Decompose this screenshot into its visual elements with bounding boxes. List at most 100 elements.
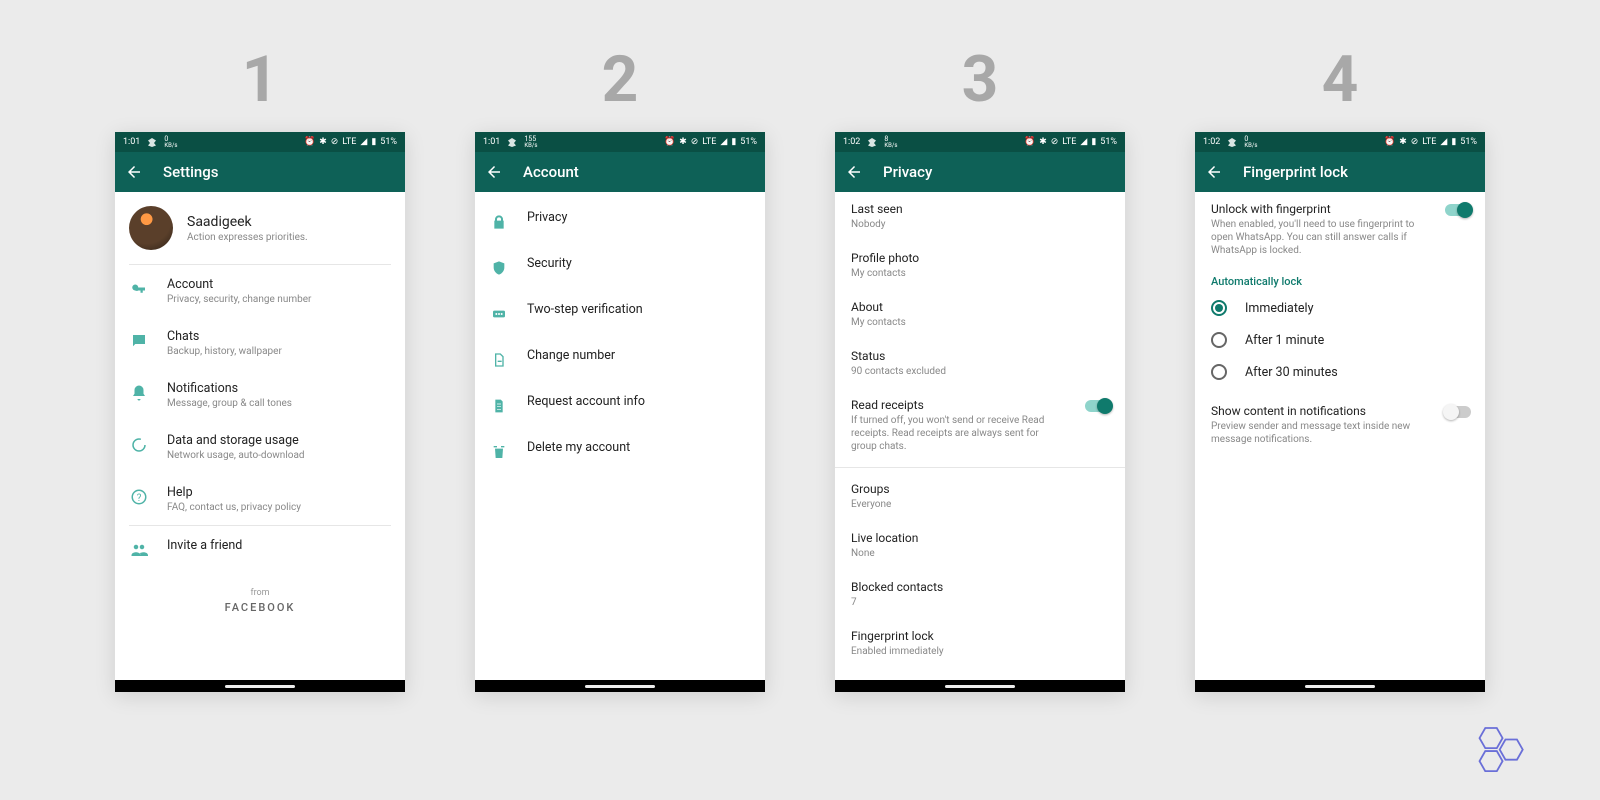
signal-icon: ◢ — [360, 137, 367, 147]
signal-icon: ◢ — [1080, 137, 1087, 147]
fp-unlock-toggle[interactable] — [1445, 204, 1471, 216]
help-icon: ? — [129, 487, 149, 507]
pin-icon — [489, 304, 509, 324]
radio-button[interactable] — [1211, 300, 1227, 316]
step-number: 2 — [602, 48, 639, 112]
lock-icon — [489, 212, 509, 232]
privacy-row-readreceipts[interactable]: Read receipts If turned off, you won't s… — [835, 388, 1125, 463]
dnd-icon: ⊘ — [1411, 137, 1419, 147]
phone-screen-2: 1:01 155 KB/s ⏰ ✱ ⊘ LTE ◢ ▮ 51% — [475, 132, 765, 692]
step-4-column: 4 1:02 0 KB/s ⏰ ✱ ⊘ LTE ◢ ▮ — [1195, 48, 1485, 692]
app-bar: Fingerprint lock — [1195, 152, 1485, 192]
privacy-row-lastseen[interactable]: Last seen Nobody — [835, 192, 1125, 241]
chat-icon — [129, 331, 149, 351]
radio-button[interactable] — [1211, 332, 1227, 348]
settings-row-data[interactable]: Data and storage usage Network usage, au… — [115, 421, 405, 473]
avatar — [129, 206, 173, 250]
privacy-row-groups[interactable]: Groups Everyone — [835, 472, 1125, 521]
battery-icon: ▮ — [371, 137, 376, 147]
alarm-icon: ⏰ — [1384, 137, 1395, 147]
screen-title: Privacy — [883, 163, 932, 181]
status-bar: 1:01 0 KB/s ⏰ ✱ ⊘ LTE ◢ ▮ 51% — [115, 132, 405, 152]
step-1-column: 1 1:01 0 KB/s ⏰ ✱ ⊘ LTE — [115, 48, 405, 692]
fp-row-unlock[interactable]: Unlock with fingerprint When enabled, yo… — [1195, 192, 1485, 267]
radio-1minute[interactable]: After 1 minute — [1195, 324, 1485, 356]
radio-30minutes[interactable]: After 30 minutes — [1195, 356, 1485, 388]
readreceipts-toggle[interactable] — [1085, 400, 1111, 412]
account-row-request[interactable]: Request account info — [475, 382, 765, 428]
back-button[interactable] — [125, 163, 143, 181]
sim-icon — [489, 350, 509, 370]
step-2-column: 2 1:01 155 KB/s ⏰ ✱ ⊘ LTE ◢ ▮ — [475, 48, 765, 692]
status-bar: 1:02 0 KB/s ⏰ ✱ ⊘ LTE ◢ ▮ 51% — [1195, 132, 1485, 152]
watermark-logo — [1468, 720, 1540, 772]
bluetooth-icon: ✱ — [1039, 137, 1047, 147]
privacy-row-profilephoto[interactable]: Profile photo My contacts — [835, 241, 1125, 290]
status-time: 1:02 — [843, 137, 860, 147]
dnd-icon: ⊘ — [1051, 137, 1059, 147]
document-icon — [489, 396, 509, 416]
step-number: 4 — [1322, 48, 1359, 112]
status-speed-unit: KB/s — [164, 143, 177, 149]
privacy-row-blocked[interactable]: Blocked contacts 7 — [835, 570, 1125, 619]
battery-icon: ▮ — [1091, 137, 1096, 147]
shield-icon — [489, 258, 509, 278]
nav-bar — [835, 680, 1125, 692]
phone-screen-3: 1:02 8 KB/s ⏰ ✱ ⊘ LTE ◢ ▮ 51% — [835, 132, 1125, 692]
status-bar: 1:02 8 KB/s ⏰ ✱ ⊘ LTE ◢ ▮ 51% — [835, 132, 1125, 152]
bell-icon — [129, 383, 149, 403]
account-row-privacy[interactable]: Privacy — [475, 198, 765, 244]
privacy-row-livelocation[interactable]: Live location None — [835, 521, 1125, 570]
phone-screen-1: 1:01 0 KB/s ⏰ ✱ ⊘ LTE ◢ ▮ 51% — [115, 132, 405, 692]
status-time: 1:01 — [483, 137, 500, 147]
account-row-changenumber[interactable]: Change number — [475, 336, 765, 382]
footer: from FACEBOOK — [115, 588, 405, 614]
settings-row-notifications[interactable]: Notifications Message, group & call tone… — [115, 369, 405, 421]
nav-bar — [475, 680, 765, 692]
back-button[interactable] — [485, 163, 503, 181]
people-icon — [129, 540, 149, 560]
dnd-icon: ⊘ — [331, 137, 339, 147]
radio-button[interactable] — [1211, 364, 1227, 380]
privacy-row-fingerprint[interactable]: Fingerprint lock Enabled immediately — [835, 619, 1125, 668]
vpn-icon — [146, 137, 158, 147]
signal-icon: ◢ — [1440, 137, 1447, 147]
profile-status: Action expresses priorities. — [187, 232, 308, 243]
screen-title: Settings — [163, 163, 219, 181]
battery-icon: ▮ — [1451, 137, 1456, 147]
app-bar: Account — [475, 152, 765, 192]
fp-row-showcontent[interactable]: Show content in notifications Preview se… — [1195, 394, 1485, 456]
alarm-icon: ⏰ — [1024, 137, 1035, 147]
account-row-twostep[interactable]: Two-step verification — [475, 290, 765, 336]
settings-row-invite[interactable]: Invite a friend — [115, 526, 405, 572]
vpn-icon — [506, 137, 518, 147]
settings-row-chats[interactable]: Chats Backup, history, wallpaper — [115, 317, 405, 369]
battery-icon: ▮ — [731, 137, 736, 147]
nav-bar — [115, 680, 405, 692]
vpn-icon — [1226, 137, 1238, 147]
account-row-delete[interactable]: Delete my account — [475, 428, 765, 474]
alarm-icon: ⏰ — [664, 137, 675, 147]
profile-name: Saadigeek — [187, 214, 308, 230]
profile-row[interactable]: Saadigeek Action expresses priorities. — [115, 192, 405, 264]
back-button[interactable] — [1205, 163, 1223, 181]
fp-showcontent-toggle[interactable] — [1445, 406, 1471, 418]
signal-icon: ◢ — [720, 137, 727, 147]
divider — [835, 467, 1125, 468]
dnd-icon: ⊘ — [691, 137, 699, 147]
back-button[interactable] — [845, 163, 863, 181]
app-bar: Settings — [115, 152, 405, 192]
account-row-security[interactable]: Security — [475, 244, 765, 290]
step-number: 3 — [962, 48, 999, 112]
settings-row-help[interactable]: ? Help FAQ, contact us, privacy policy — [115, 473, 405, 525]
vpn-icon — [866, 137, 878, 147]
alarm-icon: ⏰ — [304, 137, 315, 147]
privacy-row-about[interactable]: About My contacts — [835, 290, 1125, 339]
settings-row-account[interactable]: Account Privacy, security, change number — [115, 265, 405, 317]
status-bar: 1:01 155 KB/s ⏰ ✱ ⊘ LTE ◢ ▮ 51% — [475, 132, 765, 152]
status-time: 1:01 — [123, 137, 140, 147]
privacy-row-status[interactable]: Status 90 contacts excluded — [835, 339, 1125, 388]
battery-label: 51% — [380, 137, 397, 147]
trash-icon — [489, 442, 509, 462]
radio-immediately[interactable]: Immediately — [1195, 292, 1485, 324]
